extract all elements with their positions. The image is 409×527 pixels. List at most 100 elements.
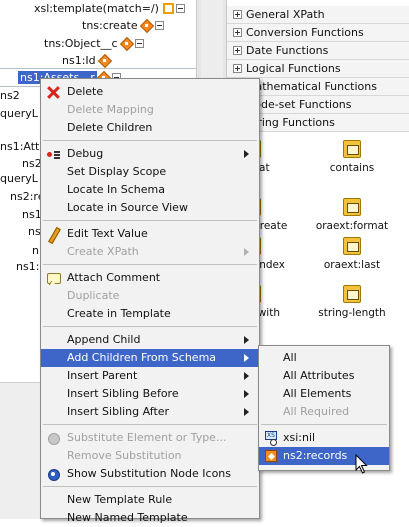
mouse-cursor-icon [355, 454, 368, 474]
category-general-xpath[interactable]: General XPath [227, 6, 409, 24]
menu-item-debug[interactable]: Debug [41, 145, 259, 163]
function-icon [343, 140, 361, 158]
menu-item-label: Insert Sibling Before [67, 387, 179, 400]
tree-node-stub[interactable]: ns1: [16, 260, 39, 274]
menu-item-label: Delete Children [67, 121, 153, 134]
xsl-element-icon [120, 38, 133, 49]
collapse-icon[interactable] [134, 39, 144, 48]
submenu-arrow-icon [244, 408, 249, 416]
match-icon [162, 3, 174, 14]
submenu-arrow-icon [244, 354, 249, 362]
submenu-item-label: ns2:records [283, 449, 348, 462]
tree-node-stub[interactable]: ns [28, 225, 41, 239]
menu-item-new-template-rule[interactable]: New Template Rule [41, 491, 259, 509]
menu-item-add-children-from-schema[interactable]: Add Children From Schema [41, 349, 259, 367]
tree-node-stub[interactable]: ns1:Att [0, 140, 39, 154]
tree-node-label: ns1:Id [62, 54, 96, 67]
submenu-item-all-attributes[interactable]: All Attributes [259, 367, 389, 385]
submenu-arrow-icon [244, 248, 249, 256]
menu-item-label: New Named Template [67, 511, 188, 524]
expand-icon[interactable] [233, 28, 242, 37]
menu-item-insert-sibling-before[interactable]: Insert Sibling Before [41, 385, 259, 403]
submenu-item-label: All [283, 351, 297, 364]
menu-item-label: Insert Parent [67, 369, 138, 382]
menu-item-label: Append Child [67, 333, 141, 346]
expand-icon[interactable] [233, 64, 242, 73]
menu-item-substitute-element[interactable]: Substitute Element or Type... [41, 429, 259, 447]
category-label: Node-set Functions [246, 98, 352, 111]
submenu-item-ns2-records[interactable]: ns2:records [259, 447, 389, 465]
expand-icon[interactable] [233, 46, 242, 55]
submenu-item-xsi-nil[interactable]: xsi:nil [259, 429, 389, 447]
menu-item-label: Debug [67, 147, 104, 160]
function-oraext-format[interactable]: oraext:format [307, 198, 397, 232]
menu-item-delete-children[interactable]: Delete Children [41, 119, 259, 137]
menu-item-locate-in-source-view[interactable]: Locate in Source View [41, 199, 259, 217]
tree-node-stub[interactable]: queryL [0, 107, 38, 121]
category-conversion[interactable]: Conversion Functions [227, 24, 409, 42]
tree-node-stub[interactable]: ns2 [22, 157, 42, 171]
menu-separator [43, 326, 257, 327]
tree-node-label: tns:create [82, 19, 138, 32]
menu-item-edit-text-value[interactable]: Edit Text Value [41, 225, 259, 243]
submenu-item-label: All Attributes [283, 369, 355, 382]
function-label: string-length [318, 307, 386, 319]
tree-node-id[interactable]: ns1:Id [60, 54, 111, 68]
function-label: oraext:format [315, 220, 389, 232]
menu-item-insert-sibling-after[interactable]: Insert Sibling After [41, 403, 259, 421]
menu-item-insert-parent[interactable]: Insert Parent [41, 367, 259, 385]
submenu-item-label: xsi:nil [283, 431, 316, 444]
tree-node-label: xsl:template(match=/) [34, 2, 159, 15]
tree-node-stub[interactable]: queryL [0, 172, 38, 186]
submenu-arrow-icon [244, 150, 249, 158]
menu-item-label: Edit Text Value [67, 227, 148, 240]
add-children-submenu: All All Attributes All Elements All Requ… [258, 345, 390, 471]
tree-node-template[interactable]: xsl:template(match=/) [32, 2, 185, 16]
menu-item-label: Show Substitution Node Icons [67, 467, 231, 480]
collapse-icon[interactable] [154, 21, 164, 30]
category-label: Date Functions [246, 44, 329, 57]
menu-item-remove-substitution[interactable]: Remove Substitution [41, 447, 259, 465]
function-oraext-last[interactable]: oraext:last [307, 237, 397, 271]
category-date[interactable]: Date Functions [227, 42, 409, 60]
menu-item-set-display-scope[interactable]: Set Display Scope [41, 163, 259, 181]
menu-item-new-named-template[interactable]: New Named Template [41, 509, 259, 527]
menu-item-locate-in-schema[interactable]: Locate In Schema [41, 181, 259, 199]
menu-item-create-xpath[interactable]: Create XPath [41, 243, 259, 261]
menu-item-create-in-template[interactable]: Create in Template [41, 305, 259, 323]
tree-node-object[interactable]: tns:Object__c [42, 37, 144, 51]
menu-item-duplicate[interactable]: Duplicate [41, 287, 259, 305]
menu-separator [43, 140, 257, 141]
menu-item-delete-mapping[interactable]: Delete Mapping [41, 101, 259, 119]
function-icon [343, 285, 361, 303]
submenu-item-label: All Elements [283, 387, 352, 400]
tree-node-create[interactable]: tns:create [80, 19, 164, 33]
category-logical[interactable]: Logical Functions [227, 60, 409, 78]
menu-item-append-child[interactable]: Append Child [41, 331, 259, 349]
comment-icon [47, 272, 61, 285]
function-string-length[interactable]: string-length [307, 285, 397, 319]
menu-item-show-substitution-node-icons[interactable]: Show Substitution Node Icons [41, 465, 259, 483]
context-menu: Delete Delete Mapping Delete Children De… [40, 78, 260, 524]
submenu-item-all-elements[interactable]: All Elements [259, 385, 389, 403]
submenu-arrow-icon [244, 336, 249, 344]
function-contains[interactable]: contains [307, 140, 397, 174]
expand-icon[interactable] [233, 10, 242, 19]
submenu-item-all-required[interactable]: All Required [259, 403, 389, 421]
category-label: Mathematical Functions [246, 80, 377, 93]
function-icon [343, 237, 361, 255]
menu-separator [43, 486, 257, 487]
submenu-item-all[interactable]: All [259, 349, 389, 367]
category-label: General XPath [246, 8, 325, 21]
tree-node-stub[interactable]: ns2 [0, 89, 20, 103]
tree-node-stub[interactable]: ns1 [22, 208, 42, 222]
submenu-arrow-icon [244, 390, 249, 398]
collapse-icon[interactable] [175, 4, 185, 13]
submenu-arrow-icon [244, 372, 249, 380]
menu-item-label: Create in Template [67, 307, 171, 320]
tree-node-stub[interactable]: n [32, 244, 39, 258]
menu-item-label: Delete Mapping [67, 103, 154, 116]
menu-item-delete[interactable]: Delete [41, 83, 259, 101]
menu-item-attach-comment[interactable]: Attach Comment [41, 269, 259, 287]
category-label: Conversion Functions [246, 26, 364, 39]
